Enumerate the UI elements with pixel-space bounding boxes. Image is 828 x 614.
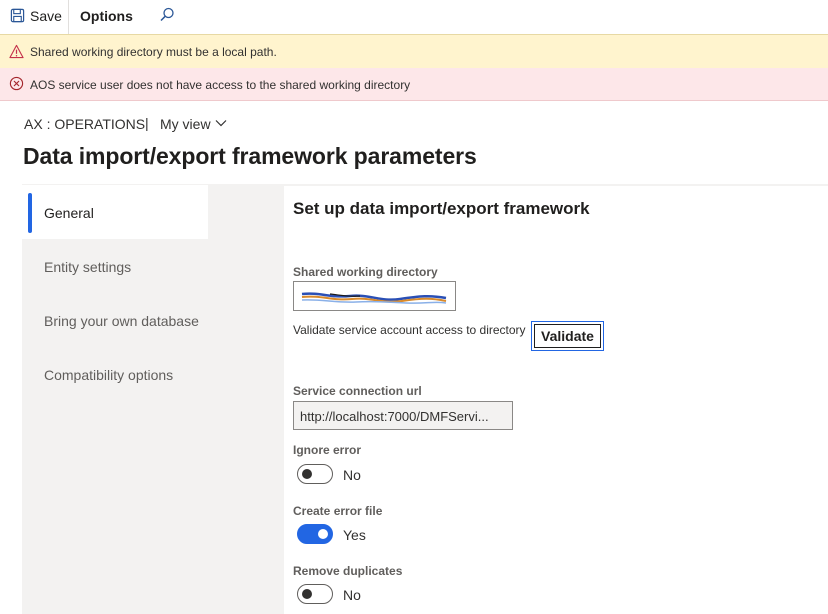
ignore-error-value: No (343, 467, 361, 483)
validate-label: Validate (541, 328, 594, 344)
section-title: Set up data import/export framework (293, 199, 590, 218)
warning-message-bar: Shared working directory must be a local… (0, 34, 828, 69)
tab-general[interactable]: General (22, 185, 208, 239)
toolbar-divider (68, 0, 69, 34)
warning-icon (9, 44, 24, 59)
my-view-selector[interactable]: My view (160, 116, 211, 132)
remove-duplicates-value: No (343, 587, 361, 603)
create-error-file-toggle[interactable] (297, 524, 333, 544)
tab-compatibility-options[interactable]: Compatibility options (22, 347, 284, 401)
ignore-error-label: Ignore error (293, 443, 362, 457)
save-icon (10, 8, 25, 23)
tab-label: Entity settings (44, 259, 132, 275)
save-button[interactable]: Save (0, 0, 68, 34)
error-icon (9, 76, 24, 91)
tab-label: Compatibility options (44, 367, 174, 383)
tab-label: Bring your own database (44, 313, 199, 329)
create-error-file-label: Create error file (293, 504, 383, 518)
validate-description: Validate service account access to direc… (293, 323, 526, 337)
warning-message-text: Shared working directory must be a local… (30, 45, 277, 59)
active-tab-indicator (28, 193, 32, 233)
ignore-error-toggle[interactable] (297, 464, 333, 484)
error-message-text: AOS service user does not have access to… (30, 78, 411, 92)
tab-entity-settings[interactable]: Entity settings (22, 239, 284, 293)
chevron-down-icon[interactable] (215, 119, 227, 127)
search-icon[interactable] (158, 6, 176, 24)
tab-bring-your-own-database[interactable]: Bring your own database (22, 293, 284, 347)
error-message-bar: AOS service user does not have access to… (0, 68, 828, 101)
toggle-knob (318, 529, 328, 539)
toggle-knob (302, 469, 312, 479)
breadcrumb-separator: | (145, 115, 149, 131)
shared-dir-input[interactable] (293, 281, 456, 311)
save-label: Save (30, 8, 62, 24)
options-tab[interactable]: Options (80, 8, 133, 24)
toggle-knob (302, 589, 312, 599)
create-error-file-value: Yes (343, 527, 366, 543)
redacted-value (301, 292, 447, 304)
company-breadcrumb: AX : OPERATIONS (24, 116, 146, 132)
service-url-label: Service connection url (293, 384, 422, 398)
remove-duplicates-label: Remove duplicates (293, 564, 403, 578)
action-pane: Save Options (0, 0, 828, 34)
validate-button[interactable]: Validate (531, 321, 604, 351)
tab-label: General (44, 205, 94, 221)
page-title: Data import/export framework parameters (23, 143, 477, 169)
service-url-field[interactable]: http://localhost:7000/DMFServi... (293, 401, 513, 430)
remove-duplicates-toggle[interactable] (297, 584, 333, 604)
shared-dir-label: Shared working directory (293, 265, 438, 279)
vertical-tabs: General Entity settings Bring your own d… (22, 184, 284, 614)
general-panel (284, 186, 828, 614)
